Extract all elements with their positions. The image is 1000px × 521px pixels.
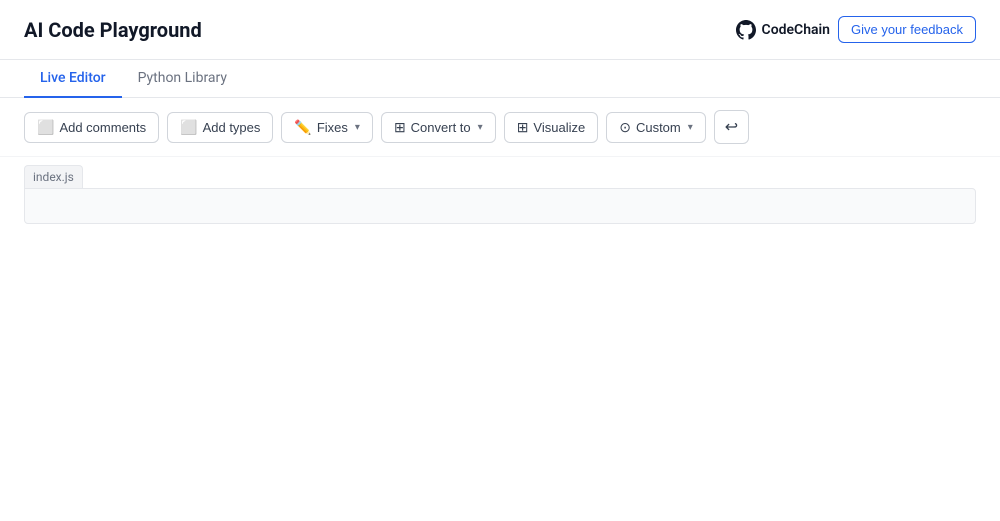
add-types-button[interactable]: ⬜ Add types: [167, 112, 273, 143]
feedback-button[interactable]: Give your feedback: [838, 16, 976, 43]
fixes-icon: ✏️: [294, 119, 311, 136]
convert-to-button[interactable]: ⊞ Convert to ▾: [381, 112, 496, 143]
header: AI Code Playground CodeChain Give your f…: [0, 0, 1000, 60]
undo-button[interactable]: ↩: [714, 110, 749, 144]
brand-logo: CodeChain: [736, 20, 830, 40]
tab-live-editor[interactable]: Live Editor: [24, 60, 122, 98]
convert-to-icon: ⊞: [394, 119, 406, 136]
header-left: AI Code Playground: [24, 18, 202, 42]
visualize-button[interactable]: ⊞ Visualize: [504, 112, 599, 143]
visualize-icon: ⊞: [517, 119, 529, 136]
editor-area: index.js: [0, 157, 1000, 224]
toolbar: ⬜ Add comments ⬜ Add types ✏️ Fixes ▾ ⊞ …: [0, 98, 1000, 157]
tabs-row: Live Editor Python Library: [0, 60, 1000, 98]
file-tab[interactable]: index.js: [24, 165, 83, 188]
add-types-icon: ⬜: [180, 119, 197, 136]
custom-chevron: ▾: [688, 122, 693, 133]
convert-to-chevron: ▾: [478, 122, 483, 133]
app-title: AI Code Playground: [24, 18, 202, 42]
header-right: CodeChain Give your feedback: [736, 16, 976, 43]
undo-icon: ↩: [725, 117, 738, 137]
fixes-chevron: ▾: [355, 122, 360, 133]
editor-box[interactable]: [24, 188, 976, 224]
add-comments-button[interactable]: ⬜ Add comments: [24, 112, 159, 143]
github-icon: [736, 20, 756, 40]
add-comments-icon: ⬜: [37, 119, 54, 136]
brand-name: CodeChain: [762, 22, 830, 38]
tab-python-library[interactable]: Python Library: [122, 60, 243, 98]
custom-icon: ⊙: [619, 119, 631, 136]
fixes-button[interactable]: ✏️ Fixes ▾: [281, 112, 373, 143]
custom-button[interactable]: ⊙ Custom ▾: [606, 112, 706, 143]
